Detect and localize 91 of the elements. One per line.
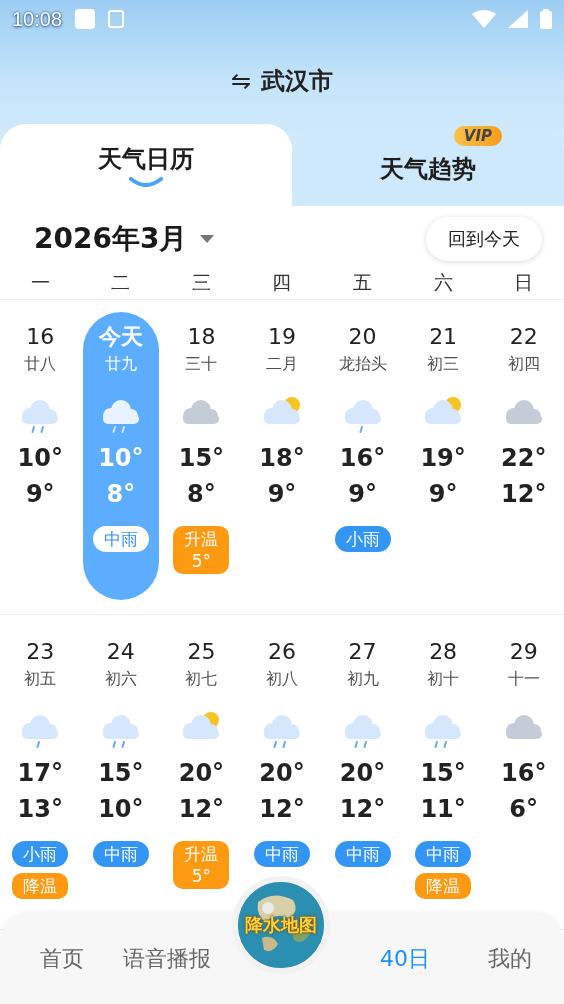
- day-number[interactable]: 18: [187, 320, 216, 354]
- high-temperature: 20°: [339, 758, 386, 789]
- low-temperature: 9°: [348, 479, 377, 510]
- lunar-date: 初五: [24, 669, 57, 690]
- temperature-tag: 升温 5°: [173, 526, 230, 574]
- high-temperature: 19°: [420, 443, 466, 474]
- high-temperature: 15°: [420, 758, 466, 789]
- vip-badge: VIP: [453, 126, 502, 146]
- high-temperature: 16°: [339, 443, 386, 474]
- low-temperature: 12°: [178, 794, 225, 825]
- status-time: 10:08: [12, 7, 63, 31]
- lunar-date: 初十: [427, 669, 460, 690]
- signal-icon: [508, 10, 528, 28]
- day-number[interactable]: 21: [429, 320, 458, 354]
- weekday-label: 三: [191, 269, 211, 295]
- rain-tag: 中雨: [92, 526, 149, 552]
- high-temperature: 18°: [259, 443, 305, 474]
- lunar-date: 初四: [507, 354, 540, 375]
- low-temperature: 13°: [17, 794, 63, 825]
- lunar-date: 初八: [266, 669, 298, 690]
- high-temperature: 10°: [17, 443, 63, 474]
- rain-tag: 中雨: [415, 841, 472, 867]
- high-temperature: 15°: [178, 443, 225, 474]
- wifi-icon: [472, 10, 496, 28]
- low-temperature: 8°: [106, 479, 136, 510]
- low-temperature: 6°: [509, 794, 539, 825]
- temperature-tag: 升温 5°: [173, 841, 230, 889]
- high-temperature: 16°: [501, 758, 547, 789]
- lunar-date: 龙抬头: [338, 354, 387, 375]
- lunar-date: 十一: [507, 669, 540, 690]
- globe-icon: [238, 882, 324, 968]
- low-temperature: 9°: [428, 479, 458, 510]
- day-number[interactable]: 28: [429, 635, 458, 669]
- low-temperature: 12°: [339, 794, 386, 825]
- city-name: 武汉市: [261, 66, 334, 97]
- day-number[interactable]: 22: [509, 320, 538, 354]
- tab[interactable]: 天气日历: [0, 124, 292, 206]
- weekday-label: 一: [30, 269, 50, 295]
- high-temperature: 20°: [178, 758, 225, 789]
- lunar-date: 初六: [104, 669, 137, 690]
- rain-tag: 中雨: [92, 841, 149, 867]
- lunar-date: 初九: [346, 669, 379, 690]
- lunar-date: 廿八: [24, 354, 57, 375]
- lunar-date: 初三: [427, 354, 460, 375]
- nav-item[interactable]: 我的: [488, 936, 532, 982]
- rain-tag: 中雨: [254, 841, 310, 867]
- low-temperature: 9°: [25, 479, 55, 510]
- day-number[interactable]: 29: [509, 635, 538, 669]
- battery-icon: [540, 9, 552, 29]
- dropdown-caret-icon[interactable]: [199, 234, 216, 244]
- day-number[interactable]: 23: [26, 635, 55, 669]
- temperature-tag: 降温: [12, 873, 69, 899]
- low-temperature: 10°: [98, 794, 144, 825]
- weekday-label: 六: [433, 269, 453, 295]
- weekday-label: 四: [272, 269, 292, 295]
- high-temperature: 15°: [98, 758, 144, 789]
- month-title[interactable]: 2026年3月: [34, 220, 188, 258]
- low-temperature: 9°: [267, 479, 297, 510]
- day-number[interactable]: 24: [106, 635, 135, 669]
- nav-item[interactable]: 语音播报: [123, 936, 211, 982]
- lunar-date: 初七: [185, 669, 218, 690]
- day-number[interactable]: 19: [268, 320, 296, 354]
- rain-tag: 小雨: [12, 841, 69, 867]
- day-number[interactable]: 26: [268, 635, 296, 669]
- day-number[interactable]: 27: [348, 635, 377, 669]
- day-number[interactable]: 25: [187, 635, 216, 669]
- day-number[interactable]: 16: [26, 320, 55, 354]
- low-temperature: 8°: [187, 479, 216, 510]
- lunar-date: 三十: [185, 354, 218, 375]
- weekday-label: 二: [111, 269, 131, 295]
- notification-icon: [74, 8, 97, 30]
- rain-tag: 中雨: [334, 841, 391, 867]
- weekday-label: 五: [353, 269, 373, 295]
- notification-icon: [108, 10, 125, 28]
- high-temperature: 20°: [259, 758, 305, 789]
- low-temperature: 11°: [420, 794, 466, 825]
- low-temperature: 12°: [501, 479, 547, 510]
- high-temperature: 22°: [501, 443, 547, 474]
- rain-tag: 小雨: [334, 526, 391, 552]
- back-to-today-button[interactable]: 回到今天: [426, 217, 542, 261]
- nav-item[interactable]: 首页: [40, 936, 84, 982]
- temperature-tag: 降温: [415, 873, 472, 899]
- low-temperature: 12°: [259, 794, 305, 825]
- lunar-date: 二月: [266, 354, 298, 375]
- lunar-date: 廿九: [104, 354, 137, 375]
- tab-indicator: [129, 177, 163, 187]
- switch-city-icon[interactable]: ⇋: [230, 67, 252, 95]
- day-number[interactable]: 20: [348, 320, 377, 354]
- weekday-label: 日: [514, 269, 534, 295]
- high-temperature: 10°: [98, 443, 144, 474]
- high-temperature: 17°: [17, 758, 63, 789]
